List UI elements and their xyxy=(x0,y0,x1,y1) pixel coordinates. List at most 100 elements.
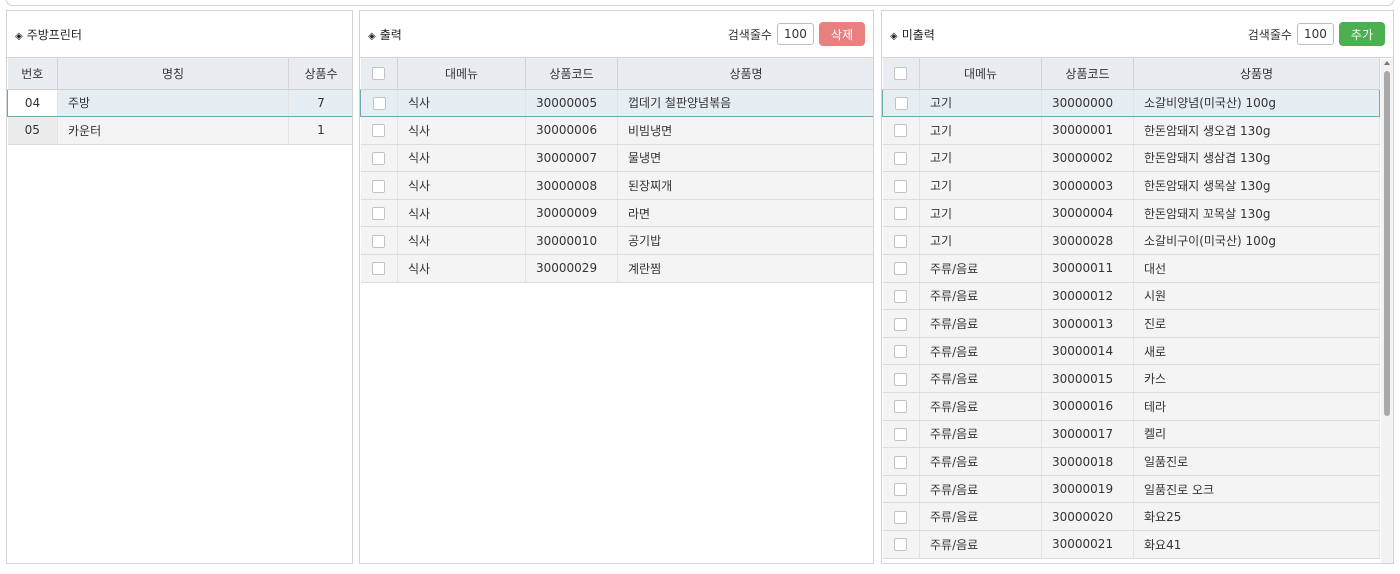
checkbox-icon[interactable] xyxy=(894,96,908,110)
checkbox-icon[interactable] xyxy=(372,179,386,193)
checkbox-icon[interactable] xyxy=(894,538,908,552)
row-checkbox[interactable] xyxy=(882,502,920,531)
column-header-name[interactable]: 명칭 xyxy=(57,58,289,90)
table-row[interactable]: 식사 30000008 된장찌개 xyxy=(360,171,873,200)
table-row[interactable]: 04 주방 7 xyxy=(7,88,352,118)
checkbox-icon[interactable] xyxy=(894,289,908,303)
scroll-up-icon[interactable] xyxy=(1384,61,1390,65)
checkbox-icon[interactable] xyxy=(372,67,386,81)
table-row[interactable]: 주류/음료 30000017 켈리 xyxy=(882,420,1380,449)
checkbox-icon[interactable] xyxy=(372,234,386,248)
table-row[interactable]: 식사 30000010 공기밥 xyxy=(360,226,873,256)
row-checkbox[interactable] xyxy=(360,88,398,118)
code-cell: 30000007 xyxy=(525,144,618,173)
table-row[interactable]: 주류/음료 30000014 새로 xyxy=(882,337,1380,366)
row-checkbox[interactable] xyxy=(882,475,920,504)
table-row[interactable]: 식사 30000029 계란찜 xyxy=(360,254,873,283)
row-checkbox[interactable] xyxy=(882,199,920,228)
checkbox-icon[interactable] xyxy=(894,262,908,276)
row-checkbox[interactable] xyxy=(882,226,920,256)
column-header-menu[interactable]: 대메뉴 xyxy=(919,58,1042,90)
table-row[interactable]: 식사 30000007 물냉면 xyxy=(360,144,873,173)
table-row[interactable]: 주류/음료 30000015 카스 xyxy=(882,364,1380,394)
add-button[interactable]: 추가 xyxy=(1338,22,1385,46)
table-row[interactable]: 고기 30000002 한돈암돼지 생삼겹 130g xyxy=(882,144,1380,173)
top-frame xyxy=(0,0,1400,8)
table-row[interactable]: 주류/음료 30000011 대선 xyxy=(882,254,1380,283)
table-row[interactable]: 주류/음료 30000018 일품진로 xyxy=(882,447,1380,476)
checkbox-icon[interactable] xyxy=(372,124,386,138)
column-header-product[interactable]: 상품명 xyxy=(1133,58,1380,90)
table-row[interactable]: 고기 30000028 소갈비구이(미국산) 100g xyxy=(882,226,1380,256)
row-checkbox[interactable] xyxy=(882,282,920,311)
search-rows-input[interactable] xyxy=(776,23,814,45)
column-header-product[interactable]: 상품명 xyxy=(617,58,873,90)
table-row[interactable]: 주류/음료 30000020 화요25 xyxy=(882,502,1380,531)
vertical-scrollbar[interactable] xyxy=(1381,59,1393,563)
row-checkbox[interactable] xyxy=(882,171,920,200)
table-row[interactable]: 05 카운터 1 xyxy=(7,116,352,145)
table-row[interactable]: 식사 30000006 비빔냉면 xyxy=(360,116,873,145)
row-checkbox[interactable] xyxy=(360,226,398,256)
table-row[interactable]: 식사 30000009 라면 xyxy=(360,199,873,228)
delete-button[interactable]: 삭제 xyxy=(818,22,865,46)
menu-cell: 고기 xyxy=(919,144,1042,173)
kitchen-printer-panel: ◈ 주방프린터 번호 명칭 상품수 04 주방 7 05 카운터 1 xyxy=(6,10,353,564)
printer-name: 주방 xyxy=(57,88,289,118)
table-row[interactable]: 고기 30000004 한돈암돼지 꼬목살 130g xyxy=(882,199,1380,228)
table-row[interactable]: 고기 30000000 소갈비양념(미국산) 100g xyxy=(882,88,1380,118)
row-checkbox[interactable] xyxy=(882,116,920,145)
row-checkbox[interactable] xyxy=(882,337,920,366)
checkbox-icon[interactable] xyxy=(894,372,908,386)
table-row[interactable]: 주류/음료 30000016 테라 xyxy=(882,392,1380,421)
table-row[interactable]: 주류/음료 30000012 시원 xyxy=(882,282,1380,311)
row-checkbox[interactable] xyxy=(882,447,920,476)
checkbox-icon[interactable] xyxy=(894,345,908,359)
select-all-header[interactable] xyxy=(360,58,398,90)
table-row[interactable]: 주류/음료 30000013 진로 xyxy=(882,309,1380,338)
checkbox-icon[interactable] xyxy=(372,151,386,165)
checkbox-icon[interactable] xyxy=(894,151,908,165)
row-checkbox[interactable] xyxy=(882,309,920,338)
select-all-header[interactable] xyxy=(882,58,920,90)
column-header-code[interactable]: 상품코드 xyxy=(525,58,618,90)
checkbox-icon[interactable] xyxy=(894,400,908,414)
checkbox-icon[interactable] xyxy=(894,67,908,81)
table-row[interactable]: 주류/음료 30000019 일품진로 오크 xyxy=(882,475,1380,504)
checkbox-icon[interactable] xyxy=(894,179,908,193)
table-row[interactable]: 주류/음료 30000021 화요41 xyxy=(882,530,1380,559)
table-row[interactable]: 고기 30000003 한돈암돼지 생목살 130g xyxy=(882,171,1380,200)
checkbox-icon[interactable] xyxy=(894,427,908,441)
row-checkbox[interactable] xyxy=(360,144,398,173)
row-checkbox[interactable] xyxy=(882,364,920,394)
table-row[interactable]: 식사 30000005 껍데기 철판양념볶음 xyxy=(360,88,873,118)
checkbox-icon[interactable] xyxy=(894,317,908,331)
scrollbar-thumb[interactable] xyxy=(1384,71,1390,416)
product-name-cell: 카스 xyxy=(1133,364,1380,394)
row-checkbox[interactable] xyxy=(882,392,920,421)
column-header-menu[interactable]: 대메뉴 xyxy=(397,58,526,90)
search-rows-input[interactable] xyxy=(1296,23,1334,45)
checkbox-icon[interactable] xyxy=(372,207,386,221)
checkbox-icon[interactable] xyxy=(894,207,908,221)
column-header-no[interactable]: 번호 xyxy=(7,58,58,90)
row-checkbox[interactable] xyxy=(882,144,920,173)
row-checkbox[interactable] xyxy=(882,254,920,283)
row-checkbox[interactable] xyxy=(360,171,398,200)
checkbox-icon[interactable] xyxy=(894,234,908,248)
checkbox-icon[interactable] xyxy=(894,510,908,524)
table-row[interactable]: 고기 30000001 한돈암돼지 생오겹 130g xyxy=(882,116,1380,145)
column-header-code[interactable]: 상품코드 xyxy=(1041,58,1134,90)
row-checkbox[interactable] xyxy=(360,116,398,145)
checkbox-icon[interactable] xyxy=(894,455,908,469)
checkbox-icon[interactable] xyxy=(894,124,908,138)
checkbox-icon[interactable] xyxy=(894,483,908,497)
row-checkbox[interactable] xyxy=(360,199,398,228)
checkbox-icon[interactable] xyxy=(372,96,386,110)
checkbox-icon[interactable] xyxy=(372,262,386,276)
column-header-count[interactable]: 상품수 xyxy=(288,58,352,90)
row-checkbox[interactable] xyxy=(882,88,920,118)
row-checkbox[interactable] xyxy=(360,254,398,283)
row-checkbox[interactable] xyxy=(882,530,920,559)
row-checkbox[interactable] xyxy=(882,420,920,449)
